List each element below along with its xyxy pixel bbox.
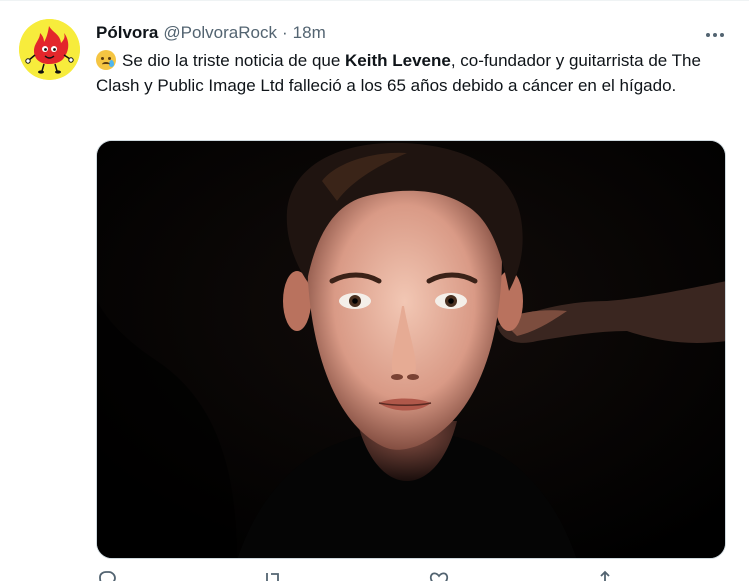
portrait-photo-icon: [97, 141, 725, 558]
tweet-photo[interactable]: [96, 140, 726, 559]
more-dots-icon: [706, 33, 710, 37]
more-options-button[interactable]: [700, 20, 730, 50]
tweet-text-bold: Keith Levene: [345, 51, 451, 70]
avatar[interactable]: [19, 19, 80, 80]
tweet[interactable]: Pólvora @PolvoraRock · 18m Se dio la tri…: [0, 0, 749, 581]
tweet-text-part1: Se dio la triste noticia de que: [122, 51, 346, 70]
separator-dot: ·: [282, 23, 288, 42]
tweet-header: Pólvora @PolvoraRock · 18m: [96, 22, 326, 44]
retweet-icon[interactable]: [262, 569, 284, 581]
timestamp[interactable]: 18m: [293, 23, 326, 43]
share-icon[interactable]: [594, 569, 616, 581]
tweet-actions: [96, 569, 636, 581]
reply-icon[interactable]: [96, 569, 118, 581]
display-name[interactable]: Pólvora: [96, 23, 158, 43]
like-icon[interactable]: [428, 569, 450, 581]
user-handle[interactable]: @PolvoraRock: [163, 23, 277, 43]
smiling-face-with-tear-icon: [96, 50, 116, 70]
flame-character-icon: [19, 19, 80, 80]
more-dots-icon: [720, 33, 724, 37]
tweet-text: Se dio la triste noticia de que Keith Le…: [96, 48, 736, 98]
more-dots-icon: [713, 33, 717, 37]
